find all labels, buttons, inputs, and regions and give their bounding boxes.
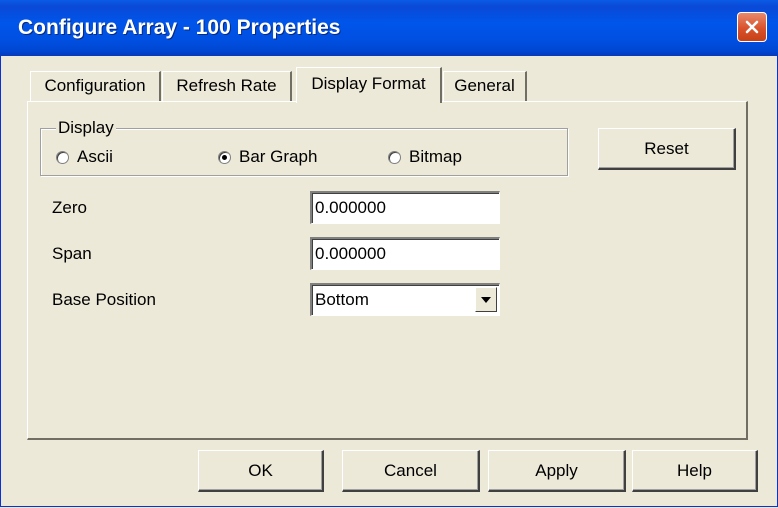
cancel-button[interactable]: Cancel [342, 450, 480, 492]
chevron-down-icon [481, 296, 491, 303]
base-position-label: Base Position [52, 290, 156, 309]
zero-label: Zero [52, 198, 87, 217]
span-input[interactable]: 0.000000 [310, 237, 500, 270]
radio-bitmap[interactable]: Bitmap [388, 146, 462, 168]
reset-button[interactable]: Reset [598, 128, 736, 170]
close-icon [745, 20, 759, 34]
ok-button-label: OK [248, 460, 273, 480]
cancel-button-label: Cancel [384, 460, 437, 480]
span-input-value: 0.000000 [315, 244, 386, 263]
zero-input-value: 0.000000 [315, 198, 386, 217]
tab-configuration[interactable]: Configuration [30, 71, 161, 101]
radio-bar-graph[interactable]: Bar Graph [218, 146, 317, 168]
span-label: Span [52, 244, 92, 263]
window-title: Configure Array - 100 Properties [18, 16, 341, 39]
radio-ascii[interactable]: Ascii [56, 146, 113, 168]
tab-refresh-rate[interactable]: Refresh Rate [162, 71, 292, 101]
reset-button-label: Reset [644, 138, 689, 158]
apply-button[interactable]: Apply [488, 450, 626, 492]
title-bar[interactable]: Configure Array - 100 Properties [0, 0, 778, 56]
tab-display-format[interactable]: Display Format [296, 67, 442, 103]
tab-display-format-label: Display Format [311, 74, 426, 93]
tab-general[interactable]: General [443, 71, 527, 101]
radio-bitmap-indicator[interactable] [388, 150, 401, 164]
radio-bar-graph-label: Bar Graph [239, 147, 318, 166]
display-group-label: Display [56, 118, 116, 138]
radio-bitmap-label: Bitmap [409, 147, 462, 166]
help-button-label: Help [677, 460, 712, 480]
help-button[interactable]: Help [632, 450, 758, 492]
radio-ascii-label: Ascii [77, 147, 113, 166]
base-position-select[interactable]: Bottom [310, 283, 500, 316]
radio-ascii-indicator[interactable] [56, 150, 69, 164]
tab-refresh-rate-label: Refresh Rate [176, 76, 277, 95]
tab-general-label: General [454, 76, 515, 95]
zero-input[interactable]: 0.000000 [310, 191, 500, 224]
ok-button[interactable]: OK [198, 450, 324, 492]
close-button[interactable] [737, 12, 767, 42]
base-position-value: Bottom [315, 290, 369, 309]
apply-button-label: Apply [535, 460, 578, 480]
tab-configuration-label: Configuration [44, 76, 146, 95]
radio-bar-graph-indicator[interactable] [218, 150, 231, 164]
dropdown-arrow-button[interactable] [475, 287, 497, 312]
